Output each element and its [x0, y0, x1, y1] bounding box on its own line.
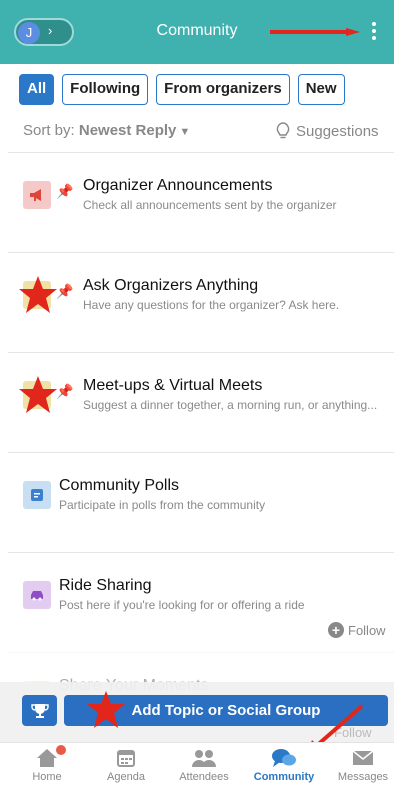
nav-label: Agenda: [107, 771, 145, 783]
nav-community[interactable]: Community: [245, 747, 323, 783]
nav-messages[interactable]: Messages: [324, 747, 394, 783]
nav-label: Community: [253, 771, 315, 783]
car-icon: [23, 581, 51, 609]
caret-down-icon: ▼: [179, 126, 191, 138]
pin-icon: 📌: [56, 383, 74, 399]
list-item[interactable]: Community Polls Participate in polls fro…: [8, 452, 394, 552]
pin-icon: 📌: [56, 283, 74, 299]
bottom-nav: Home Agenda Attendees Community Messages: [0, 742, 394, 786]
topic-title: Meet-ups & Virtual Meets: [83, 377, 263, 394]
sort-prefix: Sort by:: [23, 122, 75, 139]
list-item[interactable]: Ride Sharing Post here if you're looking…: [8, 552, 394, 652]
topic-subtitle: Check all announcements sent by the orga…: [83, 198, 337, 212]
plus-icon: +: [328, 622, 344, 638]
nav-label: Messages: [337, 771, 389, 783]
envelope-icon: [324, 747, 394, 769]
topic-title: Organizer Announcements: [83, 177, 273, 194]
nav-label: Home: [32, 771, 62, 783]
megaphone-icon: [23, 181, 51, 209]
topic-subtitle: Suggest a dinner together, a morning run…: [83, 398, 378, 412]
follow-label: Follow: [348, 622, 386, 638]
filter-following[interactable]: Following: [62, 74, 149, 105]
people-icon: [165, 747, 243, 769]
topic-title: Ride Sharing: [59, 577, 152, 594]
list-item[interactable]: 📌 Ask Organizers Anything Have any quest…: [8, 252, 394, 352]
trophy-icon: [30, 703, 49, 718]
filter-chips: All Following From organizers New: [19, 74, 345, 105]
list-item[interactable]: 📌 Meet-ups & Virtual Meets Suggest a din…: [8, 352, 394, 452]
poll-icon: [23, 481, 51, 509]
nav-label: Attendees: [179, 771, 229, 783]
annotation-star: [19, 276, 57, 313]
sort-value: Newest Reply: [78, 122, 177, 139]
chat-icon: [245, 747, 323, 769]
annotation-star: [19, 376, 57, 413]
suggestions-button[interactable]: Suggestions: [276, 122, 379, 140]
topic-subtitle: Participate in polls from the community: [59, 498, 266, 512]
topic-list: 📌 Organizer Announcements Check all anno…: [8, 152, 394, 752]
filter-new[interactable]: New: [297, 74, 345, 105]
topic-subtitle: Have any questions for the organizer? As…: [83, 298, 340, 312]
nav-attendees[interactable]: Attendees: [165, 747, 243, 783]
annotation-arrow: [270, 28, 360, 36]
more-options-icon[interactable]: [364, 16, 384, 46]
top-bar: J › Community: [0, 0, 394, 64]
nav-home[interactable]: Home: [8, 745, 86, 783]
topic-subtitle: Post here if you're looking for or offer…: [59, 598, 305, 612]
list-item[interactable]: 📌 Organizer Announcements Check all anno…: [8, 152, 394, 252]
notification-dot: [56, 745, 66, 755]
leaderboard-button[interactable]: [22, 695, 57, 726]
filter-all[interactable]: All: [19, 74, 55, 105]
calendar-icon: [87, 747, 165, 769]
topic-title: Ask Organizers Anything: [83, 277, 259, 294]
pin-icon: 📌: [56, 183, 74, 199]
sort-dropdown[interactable]: Sort by: Newest Reply ▼: [23, 122, 190, 139]
home-icon: [8, 745, 86, 769]
filter-from-organizers[interactable]: From organizers: [156, 74, 290, 105]
follow-button[interactable]: + Follow: [328, 622, 386, 638]
annotation-star: [87, 691, 125, 728]
lightbulb-icon: [276, 122, 290, 139]
topic-title: Community Polls: [59, 477, 180, 494]
suggestions-label: Suggestions: [296, 122, 379, 140]
nav-agenda[interactable]: Agenda: [87, 747, 165, 783]
